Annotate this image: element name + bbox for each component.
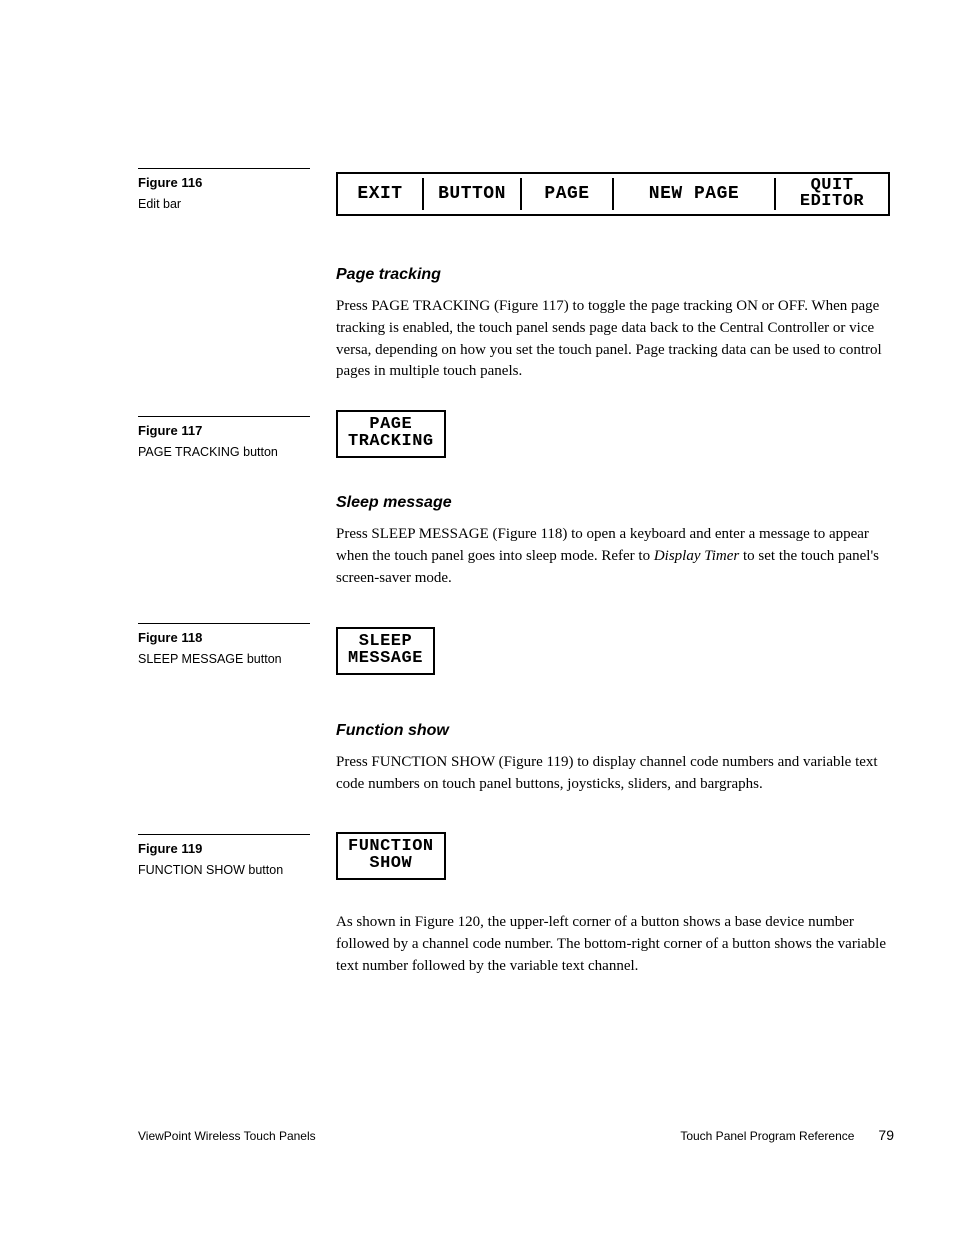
figure-119-sidebar: Figure 119 FUNCTION SHOW button	[138, 834, 310, 878]
rule	[138, 168, 310, 169]
quit-line2: EDITOR	[800, 194, 864, 210]
edit-bar: EXIT BUTTON PAGE NEW PAGE QUIT EDITOR	[336, 172, 890, 216]
figure-117-image: PAGE TRACKING	[336, 410, 890, 458]
paragraph-function-show-2: As shown in Figure 120, the upper-left c…	[336, 912, 890, 977]
btn-line2: TRACKING	[348, 432, 434, 451]
section-sleep-message: Sleep message Press SLEEP MESSAGE (Figur…	[336, 494, 890, 589]
figure-118-sidebar: Figure 118 SLEEP MESSAGE button	[138, 623, 310, 667]
figure-117-caption: PAGE TRACKING button	[138, 444, 310, 460]
page-tracking-button[interactable]: PAGE TRACKING	[336, 410, 446, 458]
edit-bar-button[interactable]: BUTTON	[424, 174, 520, 214]
paragraph-page-tracking: Press PAGE TRACKING (Figure 117) to togg…	[336, 296, 890, 383]
document-page: Figure 116 Edit bar EXIT BUTTON PAGE NEW…	[0, 0, 954, 1235]
figure-116-title: Figure 116	[138, 175, 310, 190]
edit-bar-new-page[interactable]: NEW PAGE	[614, 174, 774, 214]
section-function-show: Function show Press FUNCTION SHOW (Figur…	[336, 722, 890, 796]
figure-117-title: Figure 117	[138, 423, 310, 438]
heading-page-tracking: Page tracking	[336, 266, 890, 284]
page-footer: ViewPoint Wireless Touch Panels Touch Pa…	[138, 1127, 894, 1143]
figure-116-caption: Edit bar	[138, 196, 310, 212]
function-show-button[interactable]: FUNCTION SHOW	[336, 832, 446, 880]
figure-116-sidebar: Figure 116 Edit bar	[138, 168, 310, 212]
paragraph-sleep-message: Press SLEEP MESSAGE (Figure 118) to open…	[336, 524, 890, 589]
rule	[138, 623, 310, 624]
figure-118-image: SLEEP MESSAGE	[336, 627, 890, 675]
heading-sleep-message: Sleep message	[336, 494, 890, 512]
btn-line2: MESSAGE	[348, 649, 423, 668]
figure-119-caption: FUNCTION SHOW button	[138, 862, 310, 878]
page-number: 79	[878, 1127, 894, 1143]
figure-118-caption: SLEEP MESSAGE button	[138, 651, 310, 667]
rule	[138, 834, 310, 835]
figure-119-title: Figure 119	[138, 841, 310, 856]
footer-left: ViewPoint Wireless Touch Panels	[138, 1129, 316, 1143]
btn-line2: SHOW	[369, 854, 412, 873]
sleep-message-button[interactable]: SLEEP MESSAGE	[336, 627, 435, 675]
figure-119-image: FUNCTION SHOW	[336, 832, 890, 880]
edit-bar-quit-editor[interactable]: QUIT EDITOR	[776, 174, 888, 214]
heading-function-show: Function show	[336, 722, 890, 740]
display-timer-ref: Display Timer	[654, 548, 739, 564]
paragraph-function-show: Press FUNCTION SHOW (Figure 119) to disp…	[336, 752, 890, 796]
figure-116-image: EXIT BUTTON PAGE NEW PAGE QUIT EDITOR	[336, 172, 890, 216]
edit-bar-page[interactable]: PAGE	[522, 174, 612, 214]
figure-118-title: Figure 118	[138, 630, 310, 645]
edit-bar-exit[interactable]: EXIT	[338, 174, 422, 214]
figure-117-sidebar: Figure 117 PAGE TRACKING button	[138, 416, 310, 460]
section-page-tracking: Page tracking Press PAGE TRACKING (Figur…	[336, 266, 890, 383]
section-function-show-cont: As shown in Figure 120, the upper-left c…	[336, 912, 890, 977]
footer-right: Touch Panel Program Reference	[680, 1129, 854, 1143]
rule	[138, 416, 310, 417]
